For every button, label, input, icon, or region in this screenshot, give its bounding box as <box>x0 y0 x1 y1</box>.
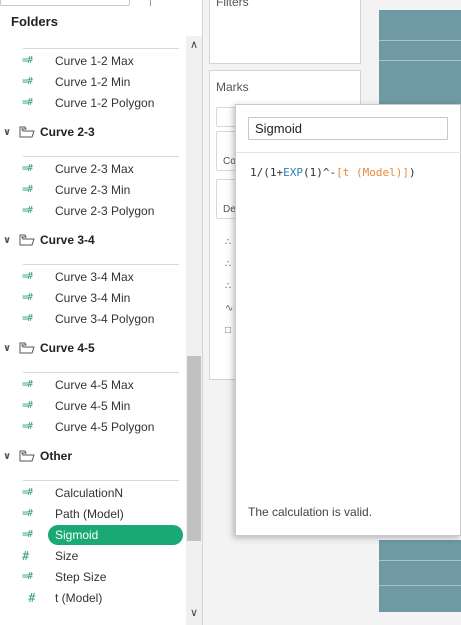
folder-curve-2-3[interactable]: ∨ Curve 2-3 <box>0 121 95 143</box>
folder-open-icon <box>14 342 40 354</box>
marks-title: Marks <box>216 80 249 94</box>
view-line <box>379 560 461 561</box>
chevron-down-icon[interactable]: ∨ <box>0 451 14 462</box>
calculated-field-icon: =# <box>22 400 33 411</box>
formula-token: ) <box>408 166 416 179</box>
fields-list: =# Curve 1-2 Max =# Curve 1-2 Min =# Cur… <box>0 40 186 625</box>
calculated-field-icon: =# <box>22 55 33 66</box>
folder-divider <box>23 372 179 373</box>
editor-divider <box>236 152 461 153</box>
calculation-editor[interactable]: 1/(1+EXP(1)^-[t (Model)]) The calculatio… <box>235 104 461 536</box>
dots-icon: ∴ <box>225 237 232 248</box>
view-shape <box>379 540 461 612</box>
view-line <box>379 40 461 41</box>
path-icon: ∿ <box>225 303 234 314</box>
list-item[interactable]: =# Curve 2-3 Max <box>22 158 134 179</box>
folder-divider <box>23 480 179 481</box>
list-item[interactable]: =# Curve 4-5 Min <box>22 395 130 416</box>
data-pane: Folders =# Curve 1-2 Max =# Curve 1-2 Mi… <box>0 0 203 625</box>
list-item-selected[interactable]: =# Sigmoid <box>22 524 98 545</box>
list-item[interactable]: # Size <box>22 545 78 566</box>
calculated-field-icon: =# <box>22 76 33 87</box>
scrollbar-thumb[interactable] <box>187 356 201 541</box>
list-item[interactable]: =# Curve 4-5 Max <box>22 374 134 395</box>
list-item[interactable]: =# Curve 1-2 Min <box>22 71 130 92</box>
list-item[interactable]: =# CalculationN <box>22 482 123 503</box>
formula-function-token: EXP <box>283 166 303 179</box>
list-item[interactable]: =# Curve 3-4 Min <box>22 287 130 308</box>
formula-token: (1)^- <box>303 166 337 179</box>
list-item[interactable]: =# Curve 2-3 Min <box>22 179 130 200</box>
calculated-field-icon: =# <box>22 292 33 303</box>
calculated-field-icon: =# <box>22 97 33 108</box>
dots-icon: ∴ <box>225 259 232 270</box>
chevron-down-icon[interactable]: ∨ <box>0 235 14 246</box>
folders-title: Folders <box>11 14 58 29</box>
tooltip-icon: □ <box>225 325 232 336</box>
folder-curve-3-4[interactable]: ∨ Curve 3-4 <box>0 229 95 251</box>
view-shape <box>379 10 461 105</box>
chevron-down-icon[interactable]: ∨ <box>0 343 14 354</box>
calculation-name-input[interactable] <box>248 117 448 140</box>
calculated-field-icon: =# <box>22 271 33 282</box>
folder-curve-4-5[interactable]: ∨ Curve 4-5 <box>0 337 95 359</box>
list-item[interactable]: =# Curve 2-3 Polygon <box>22 200 154 221</box>
formula-editor[interactable]: 1/(1+EXP(1)^-[t (Model)]) <box>250 166 416 179</box>
chevron-down-icon[interactable]: ∨ <box>0 127 14 138</box>
parameter-hash-icon: # <box>22 548 29 563</box>
folder-open-icon <box>14 234 40 246</box>
calculated-field-icon: =# <box>22 184 33 195</box>
list-item[interactable]: =# Curve 3-4 Polygon <box>22 308 154 329</box>
scroll-down-icon[interactable]: ∨ <box>186 604 202 622</box>
field-search-input[interactable] <box>0 0 130 6</box>
filters-shelf[interactable]: Filters <box>209 0 361 64</box>
view-line <box>379 60 461 61</box>
calculated-field-icon: =# <box>22 163 33 174</box>
calculated-field-icon: =# <box>22 508 33 519</box>
list-item[interactable]: =# Curve 1-2 Max <box>22 50 134 71</box>
calculated-field-icon: =# <box>22 313 33 324</box>
calculated-field-icon: =# <box>22 487 33 498</box>
folder-divider <box>23 156 179 157</box>
calculated-field-icon: =# <box>22 421 33 432</box>
list-item[interactable]: =# Curve 3-4 Max <box>22 266 134 287</box>
mark-type-dropdown[interactable] <box>216 107 236 127</box>
folder-divider <box>23 264 179 265</box>
calculated-field-icon: =# <box>22 205 33 216</box>
folder-open-icon <box>14 450 40 462</box>
list-item[interactable]: =# Curve 1-2 Polygon <box>22 92 154 113</box>
validation-status: The calculation is valid. <box>248 505 373 519</box>
parameter-hash-icon: # <box>22 590 35 605</box>
folder-open-icon <box>14 126 40 138</box>
scroll-up-icon[interactable]: ∧ <box>186 36 202 54</box>
dots-icon: ∴ <box>225 281 232 292</box>
list-item[interactable]: =# Step Size <box>22 566 106 587</box>
formula-field-token: [t (Model)] <box>336 166 409 179</box>
calculated-field-icon: =# <box>22 379 33 390</box>
calculated-field-icon: =# <box>22 571 33 582</box>
calculated-field-icon: =# <box>22 529 33 540</box>
list-item[interactable]: # t (Model) <box>22 587 102 608</box>
folder-divider <box>23 48 179 49</box>
view-line <box>379 585 461 586</box>
list-item[interactable]: =# Path (Model) <box>22 503 124 524</box>
list-item[interactable]: =# Curve 4-5 Polygon <box>22 416 154 437</box>
folder-other[interactable]: ∨ Other <box>0 445 72 467</box>
filters-title: Filters <box>216 0 249 9</box>
toolbar-separator <box>150 0 151 6</box>
formula-token: 1/(1+ <box>250 166 284 179</box>
